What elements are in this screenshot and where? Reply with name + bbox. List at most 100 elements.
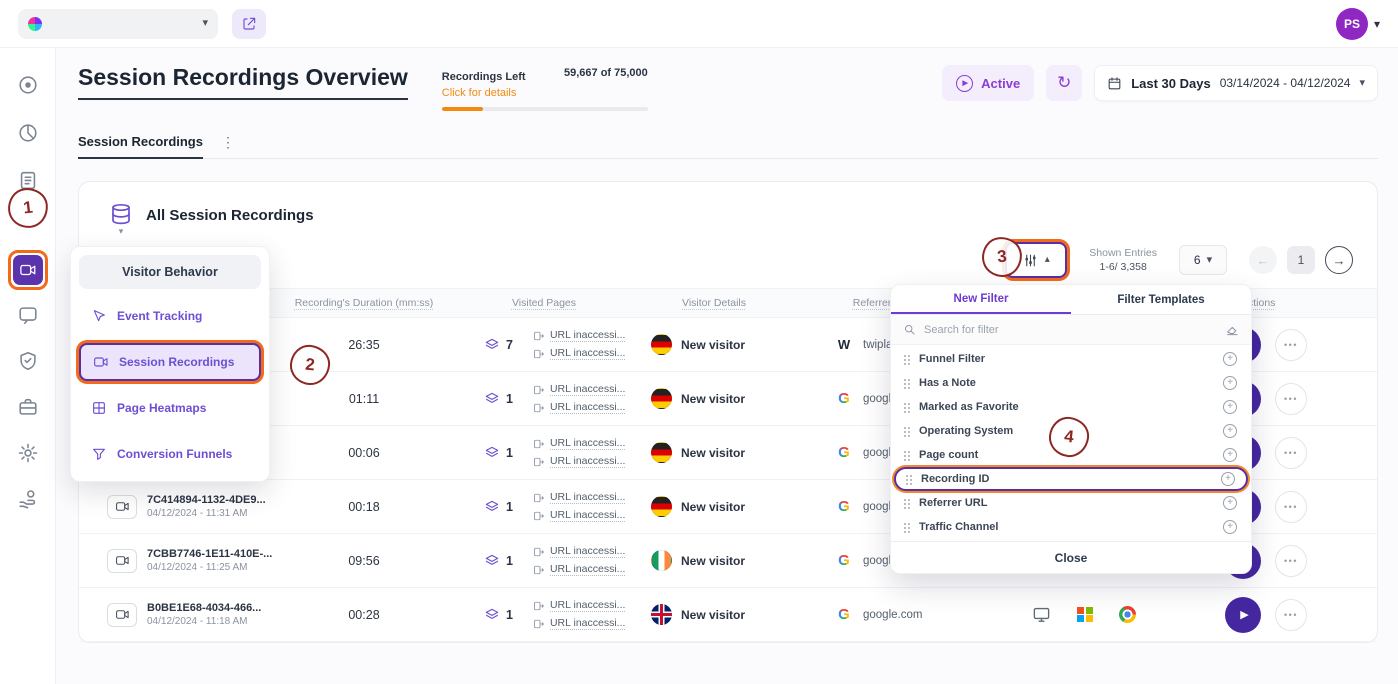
menu-item-page-heatmaps[interactable]: Page Heatmaps bbox=[79, 389, 261, 427]
visited-url[interactable]: URL inaccessi... bbox=[533, 509, 625, 522]
visited-url[interactable]: URL inaccessi... bbox=[533, 437, 625, 450]
filter-option-traffic-channel[interactable]: Traffic Channel+ bbox=[891, 515, 1251, 539]
page-enter-icon bbox=[533, 564, 545, 576]
sidebar-item-recordings-overview[interactable] bbox=[15, 72, 41, 98]
close-filter-panel-button[interactable]: Close bbox=[891, 541, 1251, 573]
click-for-details-link[interactable]: Click for details bbox=[442, 87, 526, 99]
pages-stack-icon bbox=[484, 445, 500, 461]
tab-filter-templates[interactable]: Filter Templates bbox=[1071, 285, 1251, 314]
external-link-icon bbox=[241, 16, 257, 32]
chevron-down-icon: ▾ bbox=[1207, 255, 1213, 266]
visitor-type: New visitor bbox=[681, 554, 745, 568]
website-selector[interactable]: ▾ bbox=[18, 9, 218, 39]
drag-handle-icon[interactable] bbox=[903, 402, 910, 413]
pages-count: 1 bbox=[506, 608, 513, 622]
pages-stack-icon bbox=[484, 607, 500, 623]
conversion-funnels-icon bbox=[91, 446, 107, 462]
visited-url[interactable]: URL inaccessi... bbox=[533, 563, 625, 576]
calendar-icon bbox=[1107, 76, 1122, 91]
duration-value: 00:28 bbox=[279, 608, 449, 622]
active-status-button[interactable]: ▶ Active bbox=[942, 65, 1034, 101]
filter-option-marked-as-favorite[interactable]: Marked as Favorite+ bbox=[891, 395, 1251, 419]
drag-handle-icon[interactable] bbox=[903, 498, 910, 509]
open-website-button[interactable] bbox=[232, 9, 266, 39]
filter-option-has-a-note[interactable]: Has a Note+ bbox=[891, 371, 1251, 395]
filter-option-referrer-url[interactable]: Referrer URL+ bbox=[891, 491, 1251, 515]
menu-item-conversion-funnels[interactable]: Conversion Funnels bbox=[79, 435, 261, 473]
date-range-picker[interactable]: Last 30 Days 03/14/2024 - 04/12/2024 ▾ bbox=[1094, 65, 1378, 101]
account-menu-chevron-icon[interactable]: ▾ bbox=[1374, 17, 1380, 31]
pages-count: 1 bbox=[506, 554, 513, 568]
table-row[interactable]: B0BE1E68-4034-466... 04/12/2024 - 11:18 … bbox=[79, 588, 1377, 642]
desktop-device-icon bbox=[1032, 605, 1051, 624]
add-filter-icon[interactable]: + bbox=[1221, 472, 1235, 486]
row-actions-button[interactable]: ••• bbox=[1275, 491, 1307, 523]
add-filter-icon[interactable]: + bbox=[1223, 448, 1237, 462]
row-actions-button[interactable]: ••• bbox=[1275, 329, 1307, 361]
active-label: Active bbox=[981, 76, 1020, 91]
drag-handle-icon[interactable] bbox=[903, 450, 910, 461]
add-filter-icon[interactable]: + bbox=[1223, 496, 1237, 510]
visited-url[interactable]: URL inaccessi... bbox=[533, 491, 625, 504]
menu-item-event-tracking[interactable]: Event Tracking bbox=[79, 297, 261, 335]
page-size-select[interactable]: 6 ▾ bbox=[1179, 245, 1227, 275]
visited-url[interactable]: URL inaccessi... bbox=[533, 455, 625, 468]
clear-search-icon[interactable] bbox=[1225, 323, 1239, 337]
visited-url[interactable]: URL inaccessi... bbox=[533, 329, 625, 342]
row-actions-button[interactable]: ••• bbox=[1275, 383, 1307, 415]
recordings-count: 59,667 of 75,000 bbox=[564, 67, 648, 79]
visited-url[interactable]: URL inaccessi... bbox=[533, 383, 625, 396]
recording-camera-icon bbox=[107, 603, 137, 627]
filter-option-recording-id[interactable]: Recording ID+ bbox=[894, 467, 1248, 491]
add-filter-icon[interactable]: + bbox=[1223, 400, 1237, 414]
play-status-icon: ▶ bbox=[956, 75, 973, 92]
tab-options-kebab-icon[interactable]: ⋮ bbox=[221, 134, 235, 151]
windows-os-icon bbox=[1077, 607, 1093, 623]
visited-url[interactable]: URL inaccessi... bbox=[533, 347, 625, 360]
add-filter-icon[interactable]: + bbox=[1223, 352, 1237, 366]
drag-handle-icon[interactable] bbox=[903, 354, 910, 365]
session-recordings-icon bbox=[13, 255, 43, 285]
chrome-browser-icon bbox=[1119, 606, 1136, 623]
drag-handle-icon[interactable] bbox=[903, 522, 910, 533]
row-actions-button[interactable]: ••• bbox=[1275, 599, 1307, 631]
row-actions-button[interactable]: ••• bbox=[1275, 437, 1307, 469]
filter-search-input[interactable] bbox=[924, 324, 1217, 336]
add-filter-icon[interactable]: + bbox=[1223, 424, 1237, 438]
row-actions-button[interactable]: ••• bbox=[1275, 545, 1307, 577]
page-exit-icon bbox=[533, 600, 545, 612]
visited-url[interactable]: URL inaccessi... bbox=[533, 545, 625, 558]
add-filter-icon[interactable]: + bbox=[1223, 520, 1237, 534]
sidebar-item-analytics[interactable] bbox=[15, 120, 41, 146]
user-avatar[interactable]: PS bbox=[1336, 8, 1368, 40]
sidebar-item-business[interactable] bbox=[15, 394, 41, 420]
tab-session-recordings[interactable]: Session Recordings bbox=[78, 127, 203, 159]
previous-page-button[interactable]: ← bbox=[1249, 246, 1277, 274]
sidebar-item-settings[interactable] bbox=[15, 440, 41, 466]
sidebar-item-privacy[interactable] bbox=[15, 348, 41, 374]
session-recordings-icon bbox=[93, 354, 109, 370]
visited-url[interactable]: URL inaccessi... bbox=[533, 401, 625, 414]
next-page-button[interactable]: → bbox=[1325, 246, 1353, 274]
play-recording-button[interactable]: ▶ bbox=[1225, 597, 1261, 633]
recording-camera-icon bbox=[107, 549, 137, 573]
refresh-button[interactable]: ↻ bbox=[1046, 65, 1082, 101]
drag-handle-icon[interactable] bbox=[903, 378, 910, 389]
drag-handle-icon[interactable] bbox=[903, 426, 910, 437]
drag-handle-icon[interactable] bbox=[905, 474, 912, 485]
add-filter-icon[interactable]: + bbox=[1223, 376, 1237, 390]
sidebar-item-session-recordings-active[interactable] bbox=[8, 250, 48, 290]
tab-new-filter[interactable]: New Filter bbox=[891, 285, 1071, 314]
pages-count: 7 bbox=[506, 338, 513, 352]
recordings-type-dropdown-icon[interactable]: ▾ bbox=[119, 227, 124, 236]
visited-url[interactable]: URL inaccessi... bbox=[533, 617, 625, 630]
visited-url[interactable]: URL inaccessi... bbox=[533, 599, 625, 612]
filter-option-funnel-filter[interactable]: Funnel Filter+ bbox=[891, 347, 1251, 371]
recording-date: 04/12/2024 - 11:31 AM bbox=[147, 508, 266, 519]
sidebar-item-monetization[interactable] bbox=[15, 486, 41, 512]
shown-entries-value: 1-6/ 3,358 bbox=[1089, 260, 1157, 274]
menu-item-session-recordings[interactable]: Session Recordings bbox=[79, 343, 261, 381]
referrer-favicon-icon: G bbox=[834, 443, 854, 463]
sidebar-item-feedback[interactable] bbox=[15, 302, 41, 328]
pagination: ← 1 → bbox=[1249, 246, 1353, 274]
